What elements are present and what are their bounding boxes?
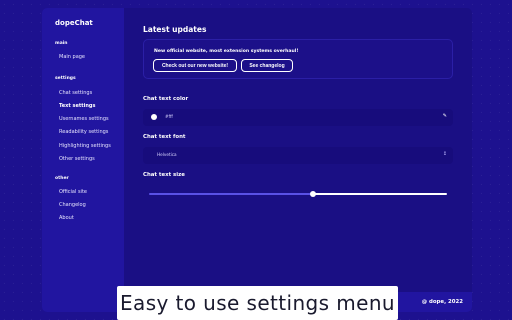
updates-heading: Latest updates bbox=[143, 25, 207, 34]
text-size-slider[interactable] bbox=[143, 185, 453, 202]
app-brand: dopeChat bbox=[55, 19, 93, 27]
color-swatch[interactable] bbox=[151, 114, 157, 120]
text-color-value: #fff bbox=[165, 114, 173, 119]
sidebar-section-other: other bbox=[55, 176, 69, 181]
sidebar-section-settings: settings bbox=[55, 76, 76, 81]
footer-bar: @ dope, 2022 bbox=[398, 292, 472, 312]
sidebar-item-official-site[interactable]: Official site bbox=[59, 189, 87, 195]
sidebar: dopeChat main Main page settings Chat se… bbox=[42, 8, 124, 312]
updates-text: New official website, most extension sys… bbox=[154, 49, 299, 54]
slider-track[interactable] bbox=[312, 193, 447, 195]
sidebar-item-other-settings[interactable]: Other settings bbox=[59, 156, 95, 162]
updates-card: New official website, most extension sys… bbox=[143, 39, 453, 79]
sidebar-section-main: main bbox=[55, 41, 68, 46]
text-font-label: Chat text font bbox=[143, 134, 186, 140]
changelog-button[interactable]: See changelog bbox=[241, 59, 293, 72]
slider-thumb[interactable] bbox=[309, 191, 316, 197]
copyright-text: @ dope, 2022 bbox=[421, 299, 463, 305]
text-size-label: Chat text size bbox=[143, 172, 185, 178]
sidebar-item-usernames-settings[interactable]: Usernames settings bbox=[59, 116, 109, 122]
sidebar-item-readability-settings[interactable]: Readability settings bbox=[59, 129, 108, 135]
select-arrows-icon: ↕ bbox=[442, 151, 447, 157]
eyedropper-icon[interactable]: ✎ bbox=[443, 113, 447, 119]
main-content: Latest updates New official website, mos… bbox=[124, 8, 472, 312]
sidebar-item-main-page[interactable]: Main page bbox=[59, 54, 85, 60]
website-button[interactable]: Check out our new website! bbox=[153, 59, 237, 72]
text-color-label: Chat text color bbox=[143, 96, 189, 102]
sidebar-item-highlighting-settings[interactable]: Highlighting settings bbox=[59, 143, 111, 149]
text-color-field[interactable]: #fff ✎ bbox=[143, 109, 453, 126]
promo-caption: Easy to use settings menu bbox=[117, 286, 398, 320]
text-font-select[interactable]: Helvetica ↕ bbox=[143, 147, 453, 164]
text-font-value: Helvetica bbox=[157, 152, 177, 157]
slider-fill bbox=[149, 193, 313, 195]
sidebar-item-about[interactable]: About bbox=[59, 215, 74, 221]
sidebar-item-text-settings[interactable]: Text settings bbox=[59, 103, 95, 109]
sidebar-item-changelog[interactable]: Changelog bbox=[59, 202, 86, 208]
sidebar-item-chat-settings[interactable]: Chat settings bbox=[59, 90, 92, 96]
